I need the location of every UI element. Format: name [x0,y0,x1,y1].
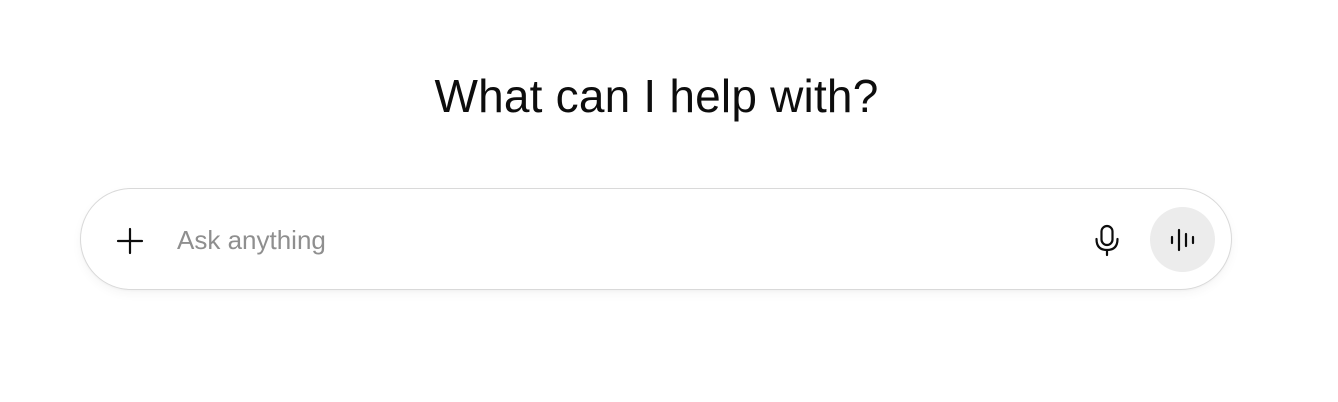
voice-waveform-icon [1169,226,1197,254]
prompt-composer [80,188,1232,290]
plus-icon [115,226,145,256]
prompt-input[interactable] [177,219,1057,261]
page-title: What can I help with? [434,70,879,122]
chat-home-page: What can I help with? [0,0,1338,402]
voice-mode-button[interactable] [1150,207,1215,272]
microphone-icon [1093,224,1121,258]
dictate-button[interactable] [1086,220,1128,262]
attach-button[interactable] [109,220,151,262]
